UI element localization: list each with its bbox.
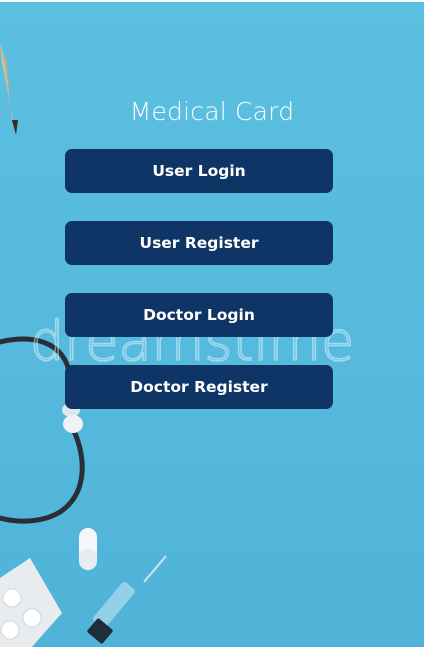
- doctor-login-button[interactable]: Doctor Login: [65, 293, 333, 337]
- medical-card-screen: dreamstime Medical Card User Login User …: [0, 2, 424, 647]
- blister-pack-icon: [0, 558, 62, 647]
- pill-capsule-icon: [79, 528, 97, 570]
- user-login-button[interactable]: User Login: [65, 149, 333, 193]
- user-register-button[interactable]: User Register: [65, 221, 333, 265]
- doctor-register-button[interactable]: Doctor Register: [65, 365, 333, 409]
- page-title: Medical Card: [129, 97, 295, 126]
- stethoscope-icon: [0, 336, 85, 524]
- syringe-icon: [87, 555, 167, 644]
